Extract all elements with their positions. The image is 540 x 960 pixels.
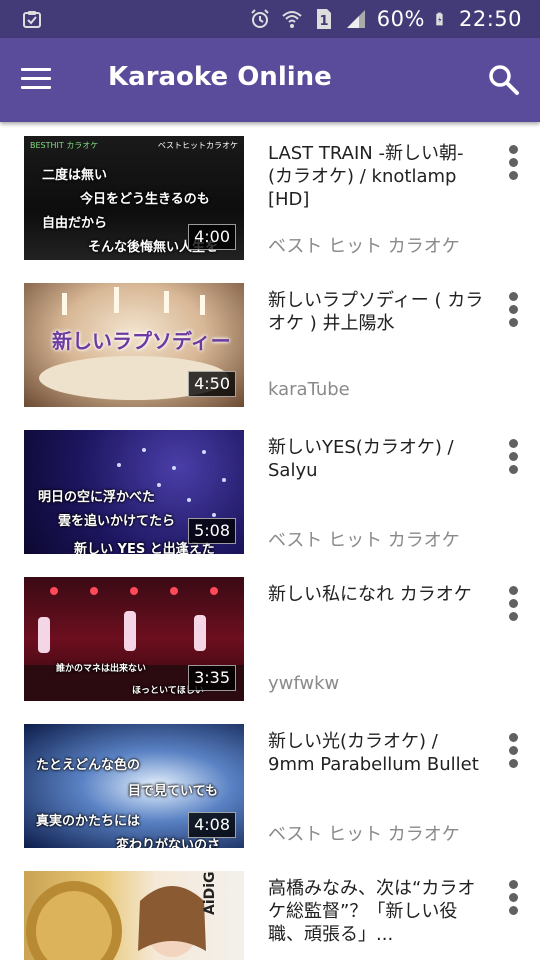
status-bar: 1 60% 22:50: [0, 0, 540, 38]
sim-1-icon: 1: [316, 9, 331, 29]
video-thumbnail[interactable]: AiDiGi TV: [24, 871, 244, 960]
status-icons: 1 60% 22:50: [249, 0, 522, 38]
more-options-icon[interactable]: [500, 289, 526, 335]
video-thumbnail[interactable]: 新しいラプソディー 4:50: [24, 283, 244, 407]
battery-charging-icon: [436, 12, 443, 26]
video-thumbnail[interactable]: たとえどんな色の 目で見ていても 真実のかたちには 変わりがないのさ 4:08: [24, 724, 244, 848]
menu-icon: [21, 68, 51, 71]
video-item[interactable]: 新しいラプソディー 4:50 新しいラプソディー ( カラオケ ) 井上陽水 k…: [0, 269, 540, 416]
more-options-icon[interactable]: [500, 730, 526, 776]
video-list: BESTHIT カラオケ ベストヒットカラオケ 二度は無い 今日をどう生きるのも…: [0, 122, 540, 960]
video-item[interactable]: 明日の空に浮かべた 雲を追いかけてたら 新しい YES と出逢えた 5:08 新…: [0, 416, 540, 563]
app-title: Karaoke Online: [108, 62, 332, 92]
video-duration: 5:08: [188, 518, 236, 544]
thumbnail-lyric: 新しいラプソディー: [52, 329, 231, 353]
video-title[interactable]: 新しい私になれ カラオケ: [268, 583, 490, 606]
video-item[interactable]: たとえどんな色の 目で見ていても 真実のかたちには 変わりがないのさ 4:08 …: [0, 710, 540, 857]
thumbnail-channel-label: ベストヒットカラオケ: [157, 141, 238, 150]
video-title[interactable]: LAST TRAIN -新しい朝- (カラオケ) / knotlamp [HD]: [268, 142, 490, 211]
video-thumbnail[interactable]: BESTHIT カラオケ ベストヒットカラオケ 二度は無い 今日をどう生きるのも…: [24, 136, 244, 260]
more-options-icon[interactable]: [500, 436, 526, 482]
more-options-icon[interactable]: [500, 142, 526, 188]
video-duration: 4:00: [188, 224, 236, 250]
svg-text:1: 1: [319, 14, 328, 29]
thumbnail-channel-logo: BESTHIT カラオケ: [30, 141, 99, 150]
channel-name: ベスト ヒット カラオケ: [268, 530, 460, 551]
thumbnail-lyric: 雲を追いかけてたら: [58, 514, 176, 529]
thumbnail-lyric: 明日の空に浮かべた: [38, 490, 156, 505]
video-item[interactable]: AiDiGi TV 高橋みなみ、次は“カラオケ総監督”？「新しい役職、頑張る」.…: [0, 857, 540, 960]
more-options-icon[interactable]: [500, 583, 526, 629]
channel-name: karaTube: [268, 379, 350, 400]
thumbnail-lyric: たとえどんな色の: [36, 758, 141, 773]
video-title[interactable]: 新しいYES(カラオケ) / Salyu: [268, 436, 490, 482]
thumbnail-lyric: 自由だから: [42, 216, 108, 231]
channel-name: ベスト ヒット カラオケ: [268, 236, 460, 257]
channel-name: ベスト ヒット カラオケ: [268, 824, 460, 845]
video-thumbnail[interactable]: 明日の空に浮かべた 雲を追いかけてたら 新しい YES と出逢えた 5:08: [24, 430, 244, 554]
video-thumbnail[interactable]: 誰かのマネは出来ない ほっといてほしい 3:35: [24, 577, 244, 701]
search-icon[interactable]: [486, 62, 522, 98]
video-duration: 4:08: [188, 812, 236, 838]
thumbnail-lyric: 今日をどう生きるのも: [80, 192, 210, 207]
thumbnail-lyric: 二度は無い: [42, 168, 108, 183]
thumbnail-lyric: 真実のかたちには: [36, 814, 141, 829]
alarm-icon: [251, 9, 269, 28]
video-title[interactable]: 高橋みなみ、次は“カラオケ総監督”？「新しい役職、頑張る」...: [268, 877, 490, 946]
thumbnail-channel-logo: AiDiGi TV: [202, 871, 218, 915]
signal-icon: [346, 10, 365, 28]
video-item[interactable]: BESTHIT カラオケ ベストヒットカラオケ 二度は無い 今日をどう生きるのも…: [0, 122, 540, 269]
channel-name: ywfwkw: [268, 673, 340, 694]
menu-button[interactable]: [18, 62, 54, 98]
more-options-icon[interactable]: [500, 877, 526, 923]
wifi-icon: [282, 11, 302, 28]
clock: 22:50: [458, 7, 522, 31]
app-bar: Karaoke Online: [0, 38, 540, 122]
video-item[interactable]: 誰かのマネは出来ない ほっといてほしい 3:35 新しい私になれ カラオケ yw…: [0, 563, 540, 710]
video-duration: 4:50: [188, 371, 236, 397]
video-title[interactable]: 新しいラプソディー ( カラオケ ) 井上陽水: [268, 289, 490, 335]
video-duration: 3:35: [188, 665, 236, 691]
thumbnail-lyric: 誰かのマネは出来ない: [56, 664, 147, 674]
thumbnail-lyric: 目で見ていても: [128, 784, 218, 799]
clipboard-check-icon: [23, 11, 41, 28]
battery-percent: 60%: [376, 7, 425, 31]
video-title[interactable]: 新しい光(カラオケ) / 9mm Parabellum Bullet: [268, 730, 490, 776]
